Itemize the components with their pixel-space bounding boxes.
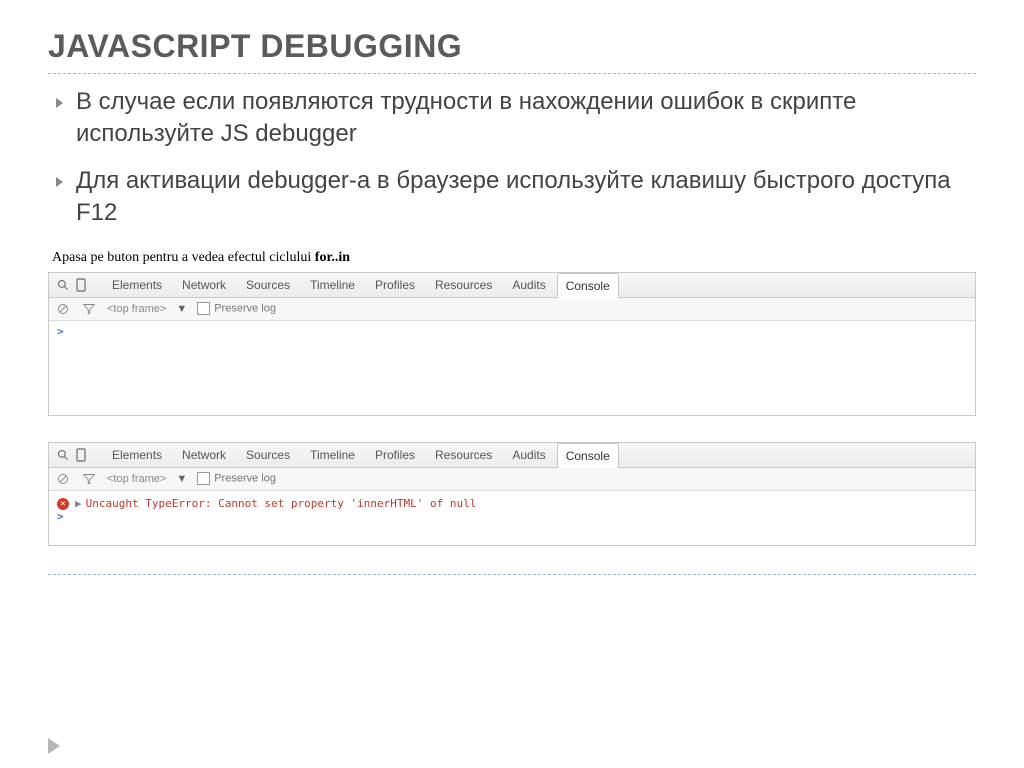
tab-resources[interactable]: Resources — [426, 272, 501, 297]
page-text-bold: for..in — [315, 250, 350, 265]
tab-console[interactable]: Console — [557, 443, 619, 468]
filter-icon[interactable] — [81, 473, 97, 485]
console-prompt: > — [57, 325, 64, 338]
devtools-tabbar: Elements Network Sources Timeline Profil… — [49, 443, 975, 468]
tab-sources[interactable]: Sources — [237, 442, 299, 467]
tab-console[interactable]: Console — [557, 273, 619, 298]
clear-icon[interactable] — [55, 473, 71, 485]
console-prompt: > — [57, 510, 64, 523]
device-icon[interactable] — [73, 278, 89, 292]
preserve-log-toggle[interactable]: Preserve log — [197, 302, 276, 315]
tab-audits[interactable]: Audits — [503, 272, 554, 297]
chevron-down-icon[interactable]: ▼ — [176, 303, 187, 315]
frame-selector[interactable]: <top frame> — [107, 303, 166, 315]
tab-network[interactable]: Network — [173, 272, 235, 297]
frame-selector[interactable]: <top frame> — [107, 473, 166, 485]
search-icon[interactable] — [55, 449, 71, 461]
console-toolbar: <top frame> ▼ Preserve log — [49, 468, 975, 491]
slide-title: JAVASCRIPT DEBUGGING — [48, 28, 976, 65]
console-output[interactable]: ✕ ▶Uncaught TypeError: Cannot set proper… — [49, 491, 975, 545]
tab-profiles[interactable]: Profiles — [366, 272, 424, 297]
checkbox-icon — [197, 472, 210, 485]
chevron-down-icon[interactable]: ▼ — [176, 473, 187, 485]
checkbox-icon — [197, 302, 210, 315]
divider-top — [48, 73, 976, 74]
console-error-row[interactable]: ✕ ▶Uncaught TypeError: Cannot set proper… — [57, 497, 967, 510]
tab-elements[interactable]: Elements — [103, 272, 171, 297]
preserve-log-toggle[interactable]: Preserve log — [197, 472, 276, 485]
error-icon: ✕ — [57, 498, 69, 510]
page-text-prefix: Apasa pe buton pentru a vedea efectul ci… — [52, 250, 315, 265]
clear-icon[interactable] — [55, 303, 71, 315]
device-icon[interactable] — [73, 448, 89, 462]
expand-icon[interactable]: ▶ — [75, 497, 82, 510]
search-icon[interactable] — [55, 279, 71, 291]
devtools-panel-2: Elements Network Sources Timeline Profil… — [48, 442, 976, 546]
tab-profiles[interactable]: Profiles — [366, 442, 424, 467]
console-toolbar: <top frame> ▼ Preserve log — [49, 298, 975, 321]
page-text: Apasa pe buton pentru a vedea efectul ci… — [52, 250, 976, 266]
bullet-item: В случае если появляются трудности в нах… — [48, 86, 976, 151]
filter-icon[interactable] — [81, 303, 97, 315]
tab-network[interactable]: Network — [173, 442, 235, 467]
console-error-text: ▶Uncaught TypeError: Cannot set property… — [75, 497, 476, 510]
tab-timeline[interactable]: Timeline — [301, 272, 364, 297]
slide: JAVASCRIPT DEBUGGING В случае если появл… — [0, 0, 1024, 768]
tab-timeline[interactable]: Timeline — [301, 442, 364, 467]
preserve-log-label: Preserve log — [214, 472, 276, 484]
bullet-item: Для активации debugger-а в браузере испо… — [48, 165, 976, 230]
tab-elements[interactable]: Elements — [103, 442, 171, 467]
tab-sources[interactable]: Sources — [237, 272, 299, 297]
preserve-log-label: Preserve log — [214, 302, 276, 314]
next-slide-icon[interactable] — [48, 738, 60, 754]
divider-bottom — [48, 574, 976, 575]
devtools-panel-1: Elements Network Sources Timeline Profil… — [48, 272, 976, 416]
bullet-list: В случае если появляются трудности в нах… — [48, 86, 976, 230]
tab-audits[interactable]: Audits — [503, 442, 554, 467]
console-output[interactable]: > — [49, 321, 975, 415]
devtools-tabbar: Elements Network Sources Timeline Profil… — [49, 273, 975, 298]
tab-resources[interactable]: Resources — [426, 442, 501, 467]
